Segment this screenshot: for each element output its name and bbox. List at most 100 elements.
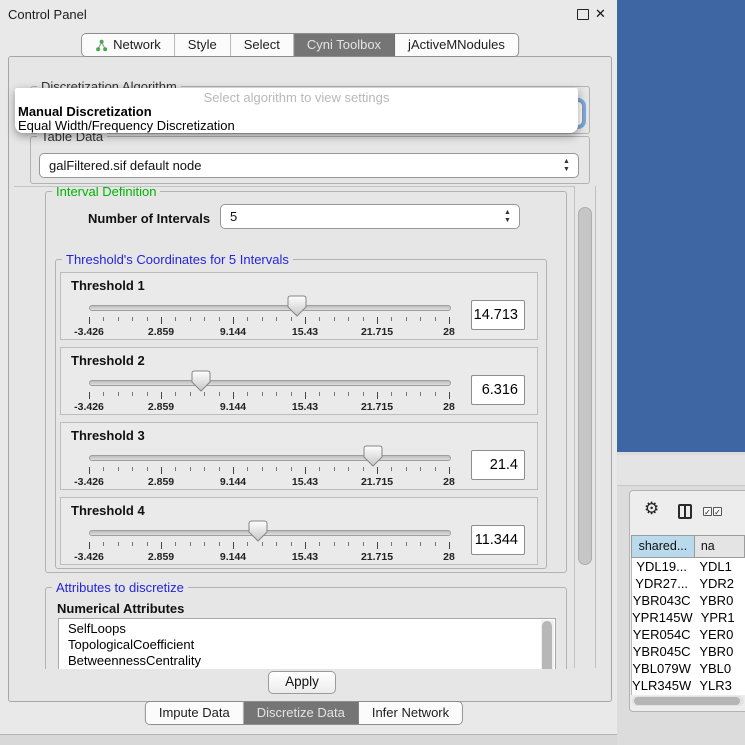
tab-cyni-toolbox[interactable]: Cyni Toolbox xyxy=(294,34,395,56)
algorithm-option-equal-width-frequency-discretization[interactable]: Equal Width/Frequency Discretization xyxy=(15,119,578,133)
tab-jactivemnodules[interactable]: jActiveMNodules xyxy=(395,34,518,56)
cell-name: YBL0 xyxy=(691,660,745,677)
tick-mark xyxy=(291,542,292,546)
table-row[interactable]: YDL19...YDL1 xyxy=(632,558,745,575)
tick-mark xyxy=(118,467,119,471)
tick-mark xyxy=(132,392,133,396)
tick-label: 28 xyxy=(419,401,479,413)
attribute-list-item[interactable]: BetweennessCentrality xyxy=(59,653,555,669)
tick-mark xyxy=(175,542,176,546)
combo-arrows-icon: ▲▼ xyxy=(562,158,571,174)
tab-infer-network[interactable]: Infer Network xyxy=(359,702,462,724)
tick-label: 9.144 xyxy=(203,326,263,338)
close-icon[interactable]: ✕ xyxy=(595,6,606,22)
tick-mark xyxy=(291,317,292,321)
tick-label: 28 xyxy=(419,326,479,338)
tick-mark xyxy=(348,542,349,546)
tick-mark xyxy=(391,317,392,321)
tick-label: 15.43 xyxy=(275,401,335,413)
tick-mark xyxy=(219,542,220,546)
tick-label: -3.426 xyxy=(59,401,119,413)
attribute-list-item[interactable]: TopologicalCoefficient xyxy=(59,637,555,653)
cell-name: YIL0 xyxy=(691,694,745,695)
tick-mark xyxy=(449,467,450,474)
tick-label: -3.426 xyxy=(59,326,119,338)
tick-mark xyxy=(262,467,263,471)
column-header-shared-name[interactable]: shared... xyxy=(631,535,695,558)
table-hscrollbar-thumb[interactable] xyxy=(634,697,740,705)
slider-track[interactable] xyxy=(89,305,451,311)
tab-label: Network xyxy=(113,34,161,56)
tab-network[interactable]: Network xyxy=(82,34,175,56)
tab-style[interactable]: Style xyxy=(175,34,231,56)
panel-scrollbar[interactable] xyxy=(574,186,596,668)
tab-label: jActiveMNodules xyxy=(408,34,505,56)
table-row[interactable]: YBR045CYBR0 xyxy=(632,643,745,660)
table-row[interactable]: YBR043CYBR0 xyxy=(632,592,745,609)
threshold-label: Threshold 4 xyxy=(71,503,145,518)
numerical-attributes-label: Numerical Attributes xyxy=(57,601,184,616)
float-window-icon[interactable] xyxy=(577,9,589,20)
cell-name: YER0 xyxy=(691,626,745,643)
slider-track[interactable] xyxy=(89,530,451,536)
slider-thumb[interactable] xyxy=(248,520,268,542)
tick-mark xyxy=(103,317,104,321)
checkbox-icon[interactable]: ✓ xyxy=(703,507,712,516)
tick-mark xyxy=(276,542,277,546)
tick-mark xyxy=(161,392,162,399)
slider-track[interactable] xyxy=(89,455,451,461)
column-split-icon[interactable] xyxy=(678,504,692,519)
threshold-value-field[interactable]: 6.316 xyxy=(471,375,525,405)
tick-label: 2.859 xyxy=(131,476,191,488)
attributes-scrollbar-thumb[interactable] xyxy=(542,621,552,669)
panel-scrollbar-thumb[interactable] xyxy=(578,207,592,565)
gear-icon[interactable]: ⚙ xyxy=(644,500,659,517)
tick-mark xyxy=(291,467,292,471)
slider-thumb[interactable] xyxy=(191,370,211,392)
tick-mark xyxy=(161,467,162,474)
tick-label: -3.426 xyxy=(59,551,119,563)
table-row[interactable]: YLR345WYLR3 xyxy=(632,677,745,694)
table-row[interactable]: YDR27...YDR2 xyxy=(632,575,745,592)
threshold-row: Threshold 4-3.4262.8599.14415.4321.71528… xyxy=(60,497,538,565)
tick-mark xyxy=(449,317,450,324)
tab-impute-data[interactable]: Impute Data xyxy=(146,702,244,724)
numerical-attributes-list: SelfLoopsTopologicalCoefficientBetweenne… xyxy=(58,618,556,669)
slider-thumb[interactable] xyxy=(363,445,383,467)
table-data-combobox[interactable]: galFiltered.sif default node ▲▼ xyxy=(39,153,579,178)
tick-mark xyxy=(435,392,436,396)
slider-track[interactable] xyxy=(89,380,451,386)
table-hscrollbar[interactable] xyxy=(632,696,744,706)
tick-mark xyxy=(132,317,133,321)
cell-name: YPR1 xyxy=(693,609,745,626)
tab-discretize-data[interactable]: Discretize Data xyxy=(244,702,359,724)
tick-label: -3.426 xyxy=(59,476,119,488)
tick-mark xyxy=(406,392,407,396)
threshold-value-field[interactable]: 21.4 xyxy=(471,450,525,480)
tick-label: 21.715 xyxy=(347,551,407,563)
table-row[interactable]: YBL079WYBL0 xyxy=(632,660,745,677)
attributes-scrollbar[interactable] xyxy=(541,620,554,669)
attribute-list-item[interactable]: SelfLoops xyxy=(59,621,555,637)
tick-mark xyxy=(319,317,320,321)
tick-mark xyxy=(103,542,104,546)
algorithm-option-manual-discretization[interactable]: Manual Discretization xyxy=(15,105,578,119)
column-header-name[interactable]: na xyxy=(695,535,745,558)
apply-button[interactable]: Apply xyxy=(268,671,336,694)
tick-mark xyxy=(420,542,421,546)
tick-mark xyxy=(262,542,263,546)
number-of-intervals-combobox[interactable]: 5 ▲▼ xyxy=(220,204,520,229)
threshold-value-field[interactable]: 14.713 xyxy=(471,300,525,330)
table-row[interactable]: YPR145WYPR1 xyxy=(632,609,745,626)
tick-mark xyxy=(233,542,234,549)
table-row[interactable]: YER054CYER0 xyxy=(632,626,745,643)
tick-mark xyxy=(363,542,364,546)
tick-mark xyxy=(420,467,421,471)
table-panel-titlebar: Table Panel xyxy=(617,455,745,486)
threshold-value-field[interactable]: 11.344 xyxy=(471,525,525,555)
tick-mark xyxy=(190,467,191,471)
table-row[interactable]: YIL052CYIL0 xyxy=(632,694,745,695)
slider-thumb[interactable] xyxy=(287,295,307,317)
tab-select[interactable]: Select xyxy=(231,34,294,56)
checkbox-icon[interactable]: ✓ xyxy=(713,507,722,516)
